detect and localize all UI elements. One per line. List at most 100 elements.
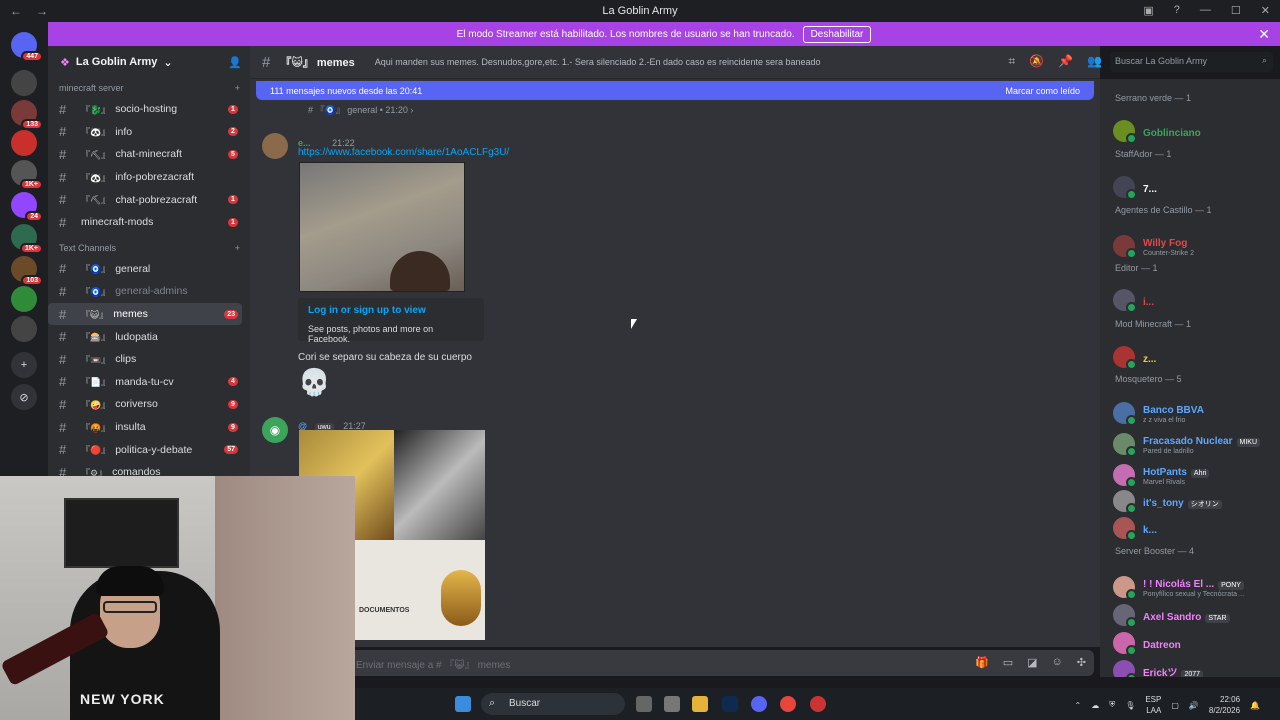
channel-insulta[interactable]: # 『🤬』 insulta 9 (48, 416, 242, 439)
discord-icon[interactable] (751, 696, 767, 712)
close-icon[interactable]: ✕ (1258, 26, 1270, 43)
server-icon[interactable] (11, 130, 37, 156)
member-tag: PONY (1218, 581, 1244, 590)
channel-chat-minecraft[interactable]: # 『⛏』 chat-minecraft 5 (48, 143, 242, 166)
app-icon[interactable] (810, 696, 826, 712)
member-item[interactable]: Axel Sandro STAR (1113, 604, 1278, 628)
minimize-button[interactable]: — (1200, 4, 1211, 17)
file-explorer-icon[interactable] (692, 696, 708, 712)
channel-clips[interactable]: # 『📼』 clips (48, 348, 242, 371)
display-icon[interactable]: ▢ (1171, 701, 1179, 710)
shield-icon[interactable]: ⛨ (1109, 700, 1115, 710)
server-icon[interactable] (11, 316, 37, 342)
notifications-icon[interactable]: 🔔 (1250, 701, 1260, 710)
apps-icon[interactable]: ✣ (1077, 656, 1086, 669)
server-header[interactable]: ❖ La Goblin Army ⌄ 👤 (48, 46, 250, 78)
message-input[interactable]: Enviar mensaje a # 『😺』 memes 🎁 ▭ ◪ ☺ ✣ (256, 650, 1094, 676)
embed-title[interactable]: Log in or sign up to view (308, 305, 474, 316)
close-window-button[interactable]: ✕ (1261, 4, 1270, 17)
channel-info[interactable]: # 『🐼』 info 2 (48, 121, 242, 144)
attached-image[interactable] (299, 162, 465, 292)
member-item[interactable]: HotPants Ahri Marvel Rivals (1113, 463, 1278, 488)
channel-manda-tu-cv[interactable]: # 『📄』 manda-tu-cv 4 (48, 371, 242, 394)
member-item[interactable]: i... (1113, 289, 1278, 313)
message-input-placeholder: Enviar mensaje a # 『😺』 memes (356, 660, 511, 671)
server-icon[interactable]: 1K+ (11, 224, 43, 254)
channel-coriverso[interactable]: # 『🤪』 coriverso 9 (48, 393, 242, 416)
channel-general[interactable]: # 『🧿』 general (48, 258, 242, 281)
channel-minecraft-mods[interactable]: # minecraft-mods 1 (48, 211, 242, 234)
windows-start-icon[interactable] (455, 696, 471, 712)
member-item[interactable]: k... (1113, 517, 1278, 541)
category-label: minecraft server (59, 83, 124, 93)
chrome-icon[interactable] (780, 696, 796, 712)
channel-politica-y-debate[interactable]: # 『🔴』 politica-y-debate 57 (48, 438, 242, 461)
member-item[interactable]: Willy Fog Counter-Strike 2 (1113, 234, 1278, 259)
member-item[interactable]: Erickツ 2077 (1113, 660, 1278, 677)
server-icon[interactable]: 103 (11, 256, 43, 286)
cloud-icon[interactable]: ☁ (1091, 701, 1099, 710)
task-view-icon[interactable] (636, 696, 652, 712)
taskbar-search[interactable]: ⌕ Buscar (481, 693, 625, 715)
member-item[interactable]: Fracasado Nuclear MIKU Pared de ladrillo (1113, 432, 1278, 457)
tray-expand-icon[interactable]: ⌃ (1074, 701, 1081, 710)
channel-ludopatia[interactable]: # 『🎰』 ludopatia (48, 325, 242, 348)
add-member-icon[interactable]: 👤 (228, 56, 242, 69)
back-icon[interactable]: ← (10, 4, 22, 18)
direct-messages-icon[interactable]: 447 (11, 32, 43, 62)
member-item[interactable]: z... (1113, 346, 1278, 370)
channel-info-pobrezacraft[interactable]: # 『🐼』 info-pobrezacraft (48, 166, 242, 189)
app-icon[interactable] (664, 696, 680, 712)
category-minecraft[interactable]: minecraft server + (48, 78, 250, 98)
volume-icon[interactable]: 🔊 (1189, 701, 1199, 710)
server-icon[interactable]: 1K+ (11, 160, 43, 190)
new-messages-bar[interactable]: 111 mensajes nuevos desde las 20:41 Marc… (256, 81, 1094, 100)
add-channel-icon[interactable]: + (235, 243, 240, 253)
message-text: Cori se separo su cabeza de su cuerpo (298, 352, 472, 363)
notifications-muted-icon[interactable]: 🔕 (1029, 54, 1044, 69)
server-icon[interactable] (11, 286, 37, 312)
member-item[interactable]: it's_tony シオリン (1113, 490, 1278, 514)
reply-reference[interactable]: # 『🧿』 general • 21:20 › (308, 103, 413, 116)
channel-memes[interactable]: # 『😺』 memes 23 (48, 302, 242, 326)
category-text-channels[interactable]: Text Channels + (48, 238, 250, 258)
mic-icon[interactable]: 🎙 (1125, 701, 1135, 710)
add-channel-icon[interactable]: + (235, 83, 240, 93)
avatar[interactable]: ◉ (262, 417, 288, 443)
gif-icon[interactable]: ▭ (1003, 656, 1013, 669)
discover-icon[interactable]: ⊘ (11, 384, 37, 410)
help-icon[interactable]: ? (1174, 4, 1180, 17)
message-link[interactable]: https://www.facebook.com/share/1AoACLFg3… (298, 147, 509, 158)
server-icon[interactable] (11, 70, 37, 96)
gift-icon[interactable]: 🎁 (975, 656, 989, 669)
clock[interactable]: 22:06 8/2/2026 (1209, 694, 1240, 716)
server-icon[interactable]: 24 (11, 192, 43, 222)
language-indicator[interactable]: ESP LAA (1145, 694, 1161, 716)
photoshop-icon[interactable] (722, 696, 738, 712)
channel-general-admins[interactable]: # 『🧿』 general-admins (48, 280, 242, 303)
member-item[interactable]: Goblinciano (1113, 120, 1278, 144)
emoji-icon[interactable]: ☺ (1052, 656, 1063, 669)
channel-topic[interactable]: Aqui manden sus memes. Desnudos,gore,etc… (365, 57, 821, 67)
search-input[interactable]: Buscar La Goblin Army ⌕ (1110, 52, 1273, 72)
member-item[interactable]: 7... (1113, 176, 1278, 200)
mark-read-button[interactable]: Marcar como leído (1005, 86, 1080, 96)
threads-icon[interactable]: ⌗ (1008, 54, 1015, 69)
add-server-icon[interactable]: + (11, 352, 37, 378)
member-item[interactable]: ! ! Nicolás El ... PONY Ponyfílico sexual … (1113, 575, 1278, 600)
pinned-icon[interactable]: 📌 (1058, 54, 1073, 69)
server-icon[interactable]: 133 (11, 100, 43, 130)
avatar[interactable] (262, 133, 288, 159)
inbox-icon[interactable]: ▣ (1143, 4, 1153, 17)
channel-chat-pobrezacraft[interactable]: # 『⛏』 chat-pobrezacraft 1 (48, 188, 242, 211)
disable-streamer-button[interactable]: Deshabilitar (802, 25, 872, 43)
member-item[interactable]: Banco BBVA z z viva el frio (1113, 401, 1278, 426)
member-item[interactable]: Datreon (1113, 632, 1278, 656)
member-name: Goblinciano (1143, 127, 1201, 139)
members-icon[interactable]: 👥 (1087, 54, 1102, 69)
maximize-button[interactable]: ☐ (1231, 4, 1241, 17)
forward-icon[interactable]: → (36, 4, 48, 18)
sticker-icon[interactable]: ◪ (1027, 656, 1037, 669)
channel-socio-hosting[interactable]: # 『🐉』 socio-hosting 1 (48, 98, 242, 121)
member-info: ! ! Nicolás El ... PONY Ponyfílico sexual … (1143, 575, 1245, 598)
